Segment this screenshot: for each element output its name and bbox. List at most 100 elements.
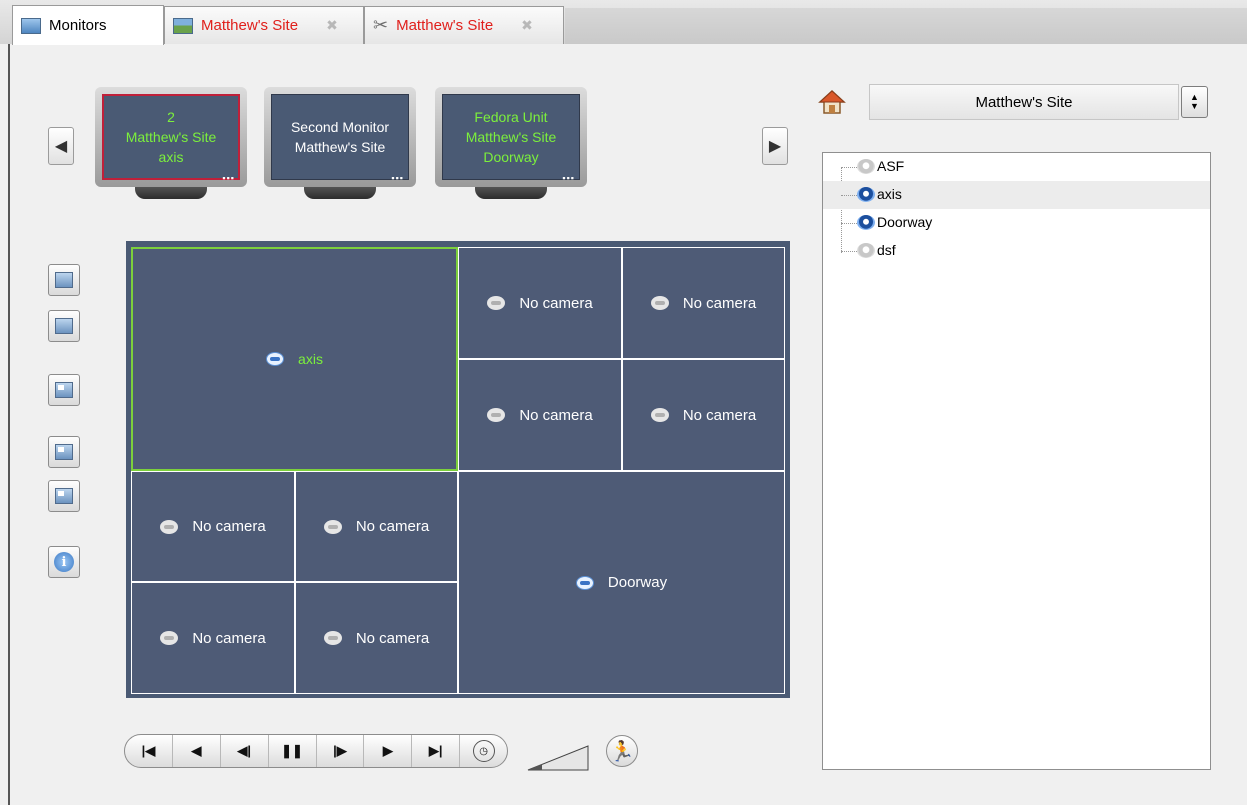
monitor-number: 2 (167, 109, 175, 125)
monitor-menu-icon[interactable]: ▪▪▪ (391, 173, 404, 183)
tree-item-label: Doorway (877, 214, 933, 230)
pause-icon: ❚❚ (281, 743, 303, 758)
monitor-stand (475, 187, 547, 199)
tree-item-label: dsf (877, 242, 896, 258)
site-selector-value: Matthew's Site (975, 93, 1073, 111)
monitor-3[interactable]: Fedora Unit Matthew's Site Doorway ▪▪▪ (435, 87, 587, 205)
grid-cell-empty[interactable]: No camera (131, 471, 295, 582)
tab-site-setup[interactable]: ✂ Matthew's Site ✖ (364, 6, 564, 44)
monitor-menu-icon[interactable]: ▪▪▪ (222, 173, 235, 183)
volume-slider[interactable] (526, 738, 590, 772)
camera-name: No camera (192, 518, 266, 535)
view-settings-button[interactable] (48, 480, 80, 512)
monitor-settings-button[interactable] (48, 310, 80, 342)
tab-label: Matthew's Site (201, 17, 299, 34)
grid-cell-empty[interactable]: No camera (622, 359, 785, 471)
tree-item-asf[interactable]: ASF (823, 153, 1210, 181)
monitor-screen: 2 Matthew's Site axis (102, 94, 240, 180)
reverse-icon: ◀ (191, 743, 202, 758)
tab-monitors[interactable]: Monitors (12, 5, 164, 45)
camera-name: No camera (192, 629, 266, 647)
tools-icon: ✂ (373, 15, 389, 35)
tree-item-doorway[interactable]: Doorway (823, 209, 1210, 237)
grid-cell-empty[interactable]: No camera (622, 247, 785, 359)
monitor-name: Fedora Unit (474, 109, 548, 125)
camera-name: Doorway (607, 574, 668, 591)
next-monitor-button[interactable]: ▶ (762, 127, 788, 165)
camera-empty-icon (650, 296, 669, 310)
site-selector[interactable]: Matthew's Site (869, 84, 1179, 120)
camera-empty-icon (323, 631, 342, 645)
video-view-grid: axis No camera No camera No camera No ca… (126, 241, 790, 698)
step-forward-button[interactable]: |▶ (317, 735, 365, 767)
skip-to-start-button[interactable]: |◀ (125, 735, 173, 767)
layout-grid-icon (55, 382, 73, 398)
camera-empty-icon (487, 296, 506, 310)
previous-monitor-button[interactable]: ◀ (48, 127, 74, 165)
step-back-icon: ◀| (237, 743, 251, 758)
tab-strip-background (565, 8, 1247, 44)
camera-empty-icon (487, 408, 506, 422)
tab-label: Monitors (49, 17, 107, 34)
grid-cell-empty[interactable]: No camera (295, 582, 458, 694)
monitor-site: Matthew's Site (465, 129, 557, 145)
camera-empty-icon (650, 408, 669, 422)
time-search-button[interactable]: ◷ (460, 735, 507, 767)
play-button[interactable]: ▶ (364, 735, 413, 767)
monitor-1[interactable]: 2 Matthew's Site axis ▪▪▪ (95, 87, 247, 205)
save-view-button[interactable] (48, 436, 80, 468)
monitor-site: Matthew's Site (294, 139, 386, 155)
view-gear-icon (55, 488, 73, 504)
info-icon: i (54, 552, 74, 572)
monitors-icon (21, 17, 41, 34)
camera-warning-icon (857, 187, 875, 202)
skip-to-end-button[interactable]: ▶| (412, 735, 461, 767)
accessibility-button[interactable]: 🏃 (606, 735, 638, 767)
site-spinner[interactable]: ▲ ▼ (1181, 86, 1208, 118)
camera-online-icon (575, 575, 594, 590)
tree-item-label: ASF (877, 158, 905, 174)
chevron-down-icon: ▼ (1190, 101, 1199, 111)
switch-monitor-button[interactable] (48, 264, 80, 296)
grid-cell-doorway[interactable]: Doorway (458, 471, 785, 694)
tree-connector (841, 251, 857, 252)
home-icon[interactable] (818, 88, 846, 116)
grid-cell-empty[interactable]: No camera (295, 471, 458, 582)
grid-cell-empty[interactable]: No camera (458, 359, 622, 471)
play-reverse-button[interactable]: ◀ (173, 735, 221, 767)
step-back-button[interactable]: ◀| (221, 735, 269, 767)
monitor-gear-icon (55, 318, 73, 334)
camera-name: No camera (682, 406, 757, 424)
monitor-camera: Doorway (483, 149, 539, 165)
monitor-bezel: 2 Matthew's Site axis (95, 87, 247, 187)
monitor-swap-icon (55, 272, 73, 288)
tree-item-axis[interactable]: axis (823, 181, 1210, 209)
pause-button[interactable]: ❚❚ (269, 735, 317, 767)
info-button[interactable]: i (48, 546, 80, 578)
close-icon[interactable]: ✖ (326, 17, 338, 34)
skip-end-icon: ▶| (428, 743, 443, 758)
monitor-stand (304, 187, 376, 199)
monitor-bezel: Fedora Unit Matthew's Site Doorway (435, 87, 587, 187)
play-icon: ▶ (382, 743, 393, 758)
tab-site-view[interactable]: Matthew's Site ✖ (164, 6, 364, 44)
view-icon (173, 17, 193, 34)
grid-cell-empty[interactable]: No camera (131, 582, 295, 694)
camera-online-icon (857, 215, 875, 230)
tree-item-dsf[interactable]: dsf (823, 237, 1210, 265)
layout-button[interactable] (48, 374, 80, 406)
arrow-left-icon: ◀ (54, 138, 68, 155)
monitor-camera: axis (158, 149, 184, 165)
person-icon: 🏃 (609, 740, 635, 763)
tab-label: Matthew's Site (396, 17, 494, 34)
tree-connector (841, 223, 857, 224)
grid-cell-axis[interactable]: axis (131, 247, 458, 471)
monitor-menu-icon[interactable]: ▪▪▪ (562, 173, 575, 183)
monitor-2[interactable]: Second Monitor Matthew's Site ▪▪▪ (264, 87, 416, 205)
close-icon[interactable]: ✖ (521, 17, 533, 34)
grid-cell-empty[interactable]: No camera (458, 247, 622, 359)
monitor-bezel: Second Monitor Matthew's Site (264, 87, 416, 187)
monitor-name: Second Monitor (290, 119, 390, 135)
camera-empty-icon (160, 631, 179, 645)
tab-strip: Monitors Matthew's Site ✖ ✂ Matthew's Si… (0, 0, 1247, 45)
